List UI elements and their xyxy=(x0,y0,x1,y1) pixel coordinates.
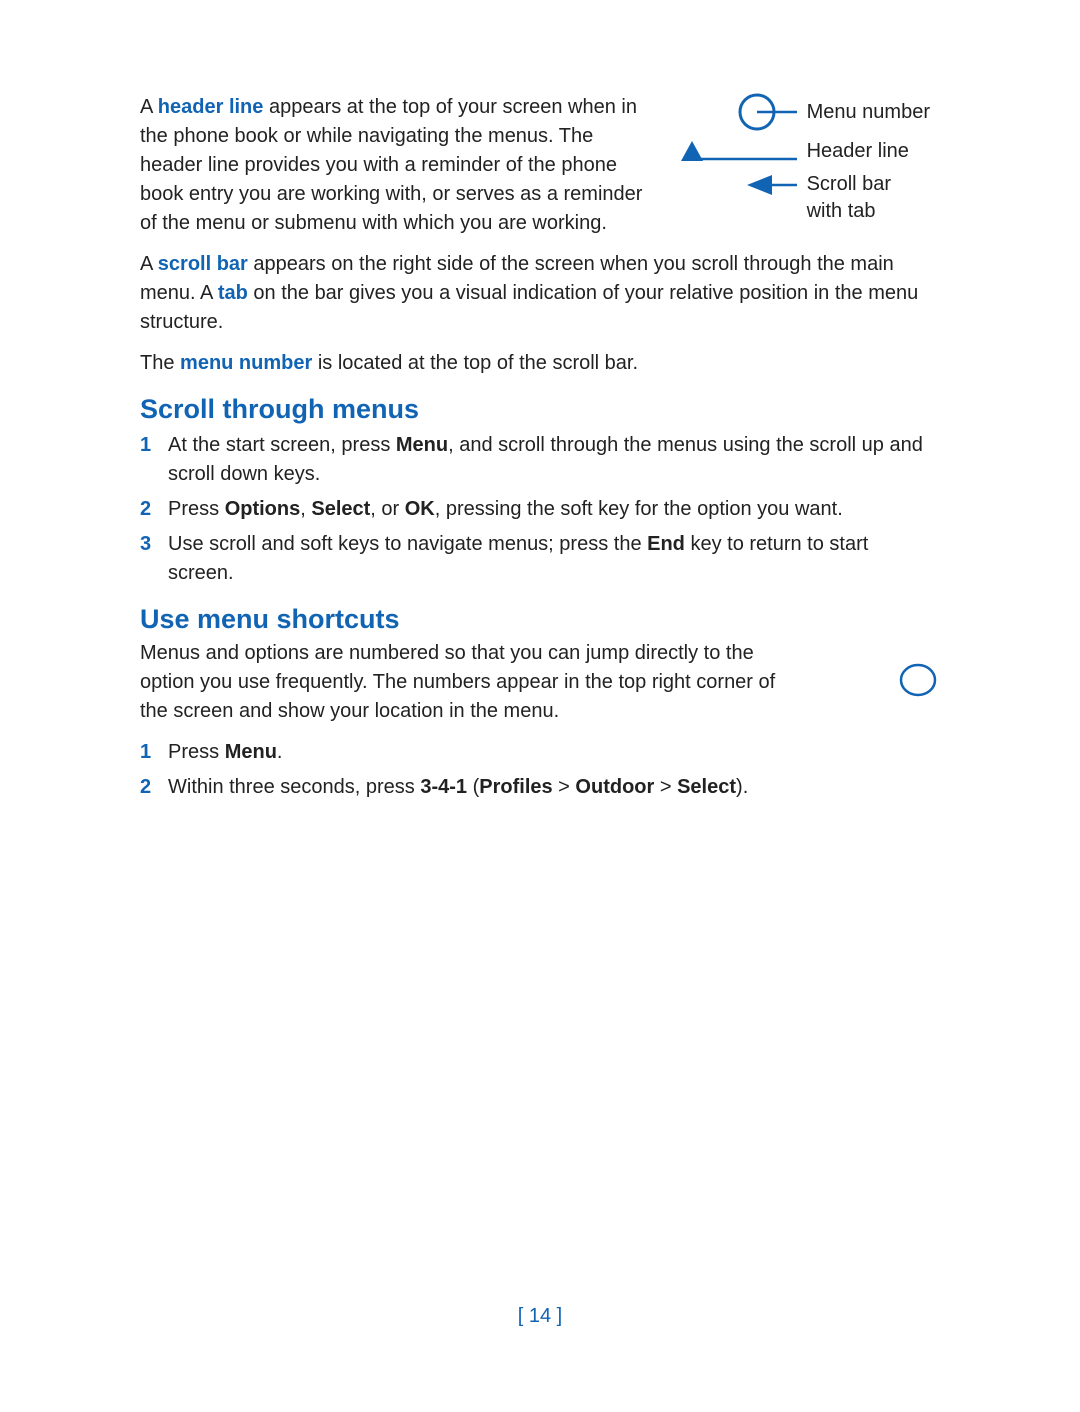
term-tab: tab xyxy=(218,282,248,304)
page-number: [ 14 ] xyxy=(0,1305,1080,1328)
content-area: Menu number Header line Scroll bar with … xyxy=(140,93,930,802)
ui-diagram: Menu number Header line Scroll bar with … xyxy=(672,93,930,229)
step-item: Within three seconds, press 3-4-1 (Profi… xyxy=(140,773,930,802)
term-header-line: header line xyxy=(158,96,264,118)
diagram-row-header-line: Header line xyxy=(672,135,930,167)
paragraph-menu-number: The menu number is located at the top of… xyxy=(140,349,930,378)
step-item: At the start screen, press Menu, and scr… xyxy=(140,431,930,489)
scroll-bar-icon xyxy=(672,171,797,199)
step-item: Press Menu. xyxy=(140,738,930,767)
diagram-row-menu-number: Menu number xyxy=(672,93,930,131)
paragraph-scroll-bar: A scroll bar appears on the right side o… xyxy=(140,250,930,337)
paragraph-shortcuts-intro: Menus and options are numbered so that y… xyxy=(140,639,780,726)
diagram-label: Header line xyxy=(807,135,909,167)
decorative-circle-icon xyxy=(898,660,938,700)
menu-number-icon xyxy=(672,93,797,131)
diagram-row-scroll-bar: Scroll bar with tab xyxy=(672,171,930,225)
steps-use-menu-shortcuts: Press Menu. Within three seconds, press … xyxy=(140,738,930,802)
step-item: Press Options, Select, or OK, pressing t… xyxy=(140,495,930,524)
header-line-icon xyxy=(672,137,797,165)
page: Menu number Header line Scroll bar with … xyxy=(0,0,1080,1412)
diagram-label: Menu number xyxy=(807,96,930,128)
diagram-label: Scroll bar with tab xyxy=(807,171,917,225)
heading-scroll-through-menus: Scroll through menus xyxy=(140,394,930,425)
step-item: Use scroll and soft keys to navigate men… xyxy=(140,530,930,588)
steps-scroll-through-menus: At the start screen, press Menu, and scr… xyxy=(140,431,930,588)
term-menu-number: menu number xyxy=(180,352,312,374)
term-scroll-bar: scroll bar xyxy=(158,253,248,275)
heading-use-menu-shortcuts: Use menu shortcuts xyxy=(140,604,930,635)
